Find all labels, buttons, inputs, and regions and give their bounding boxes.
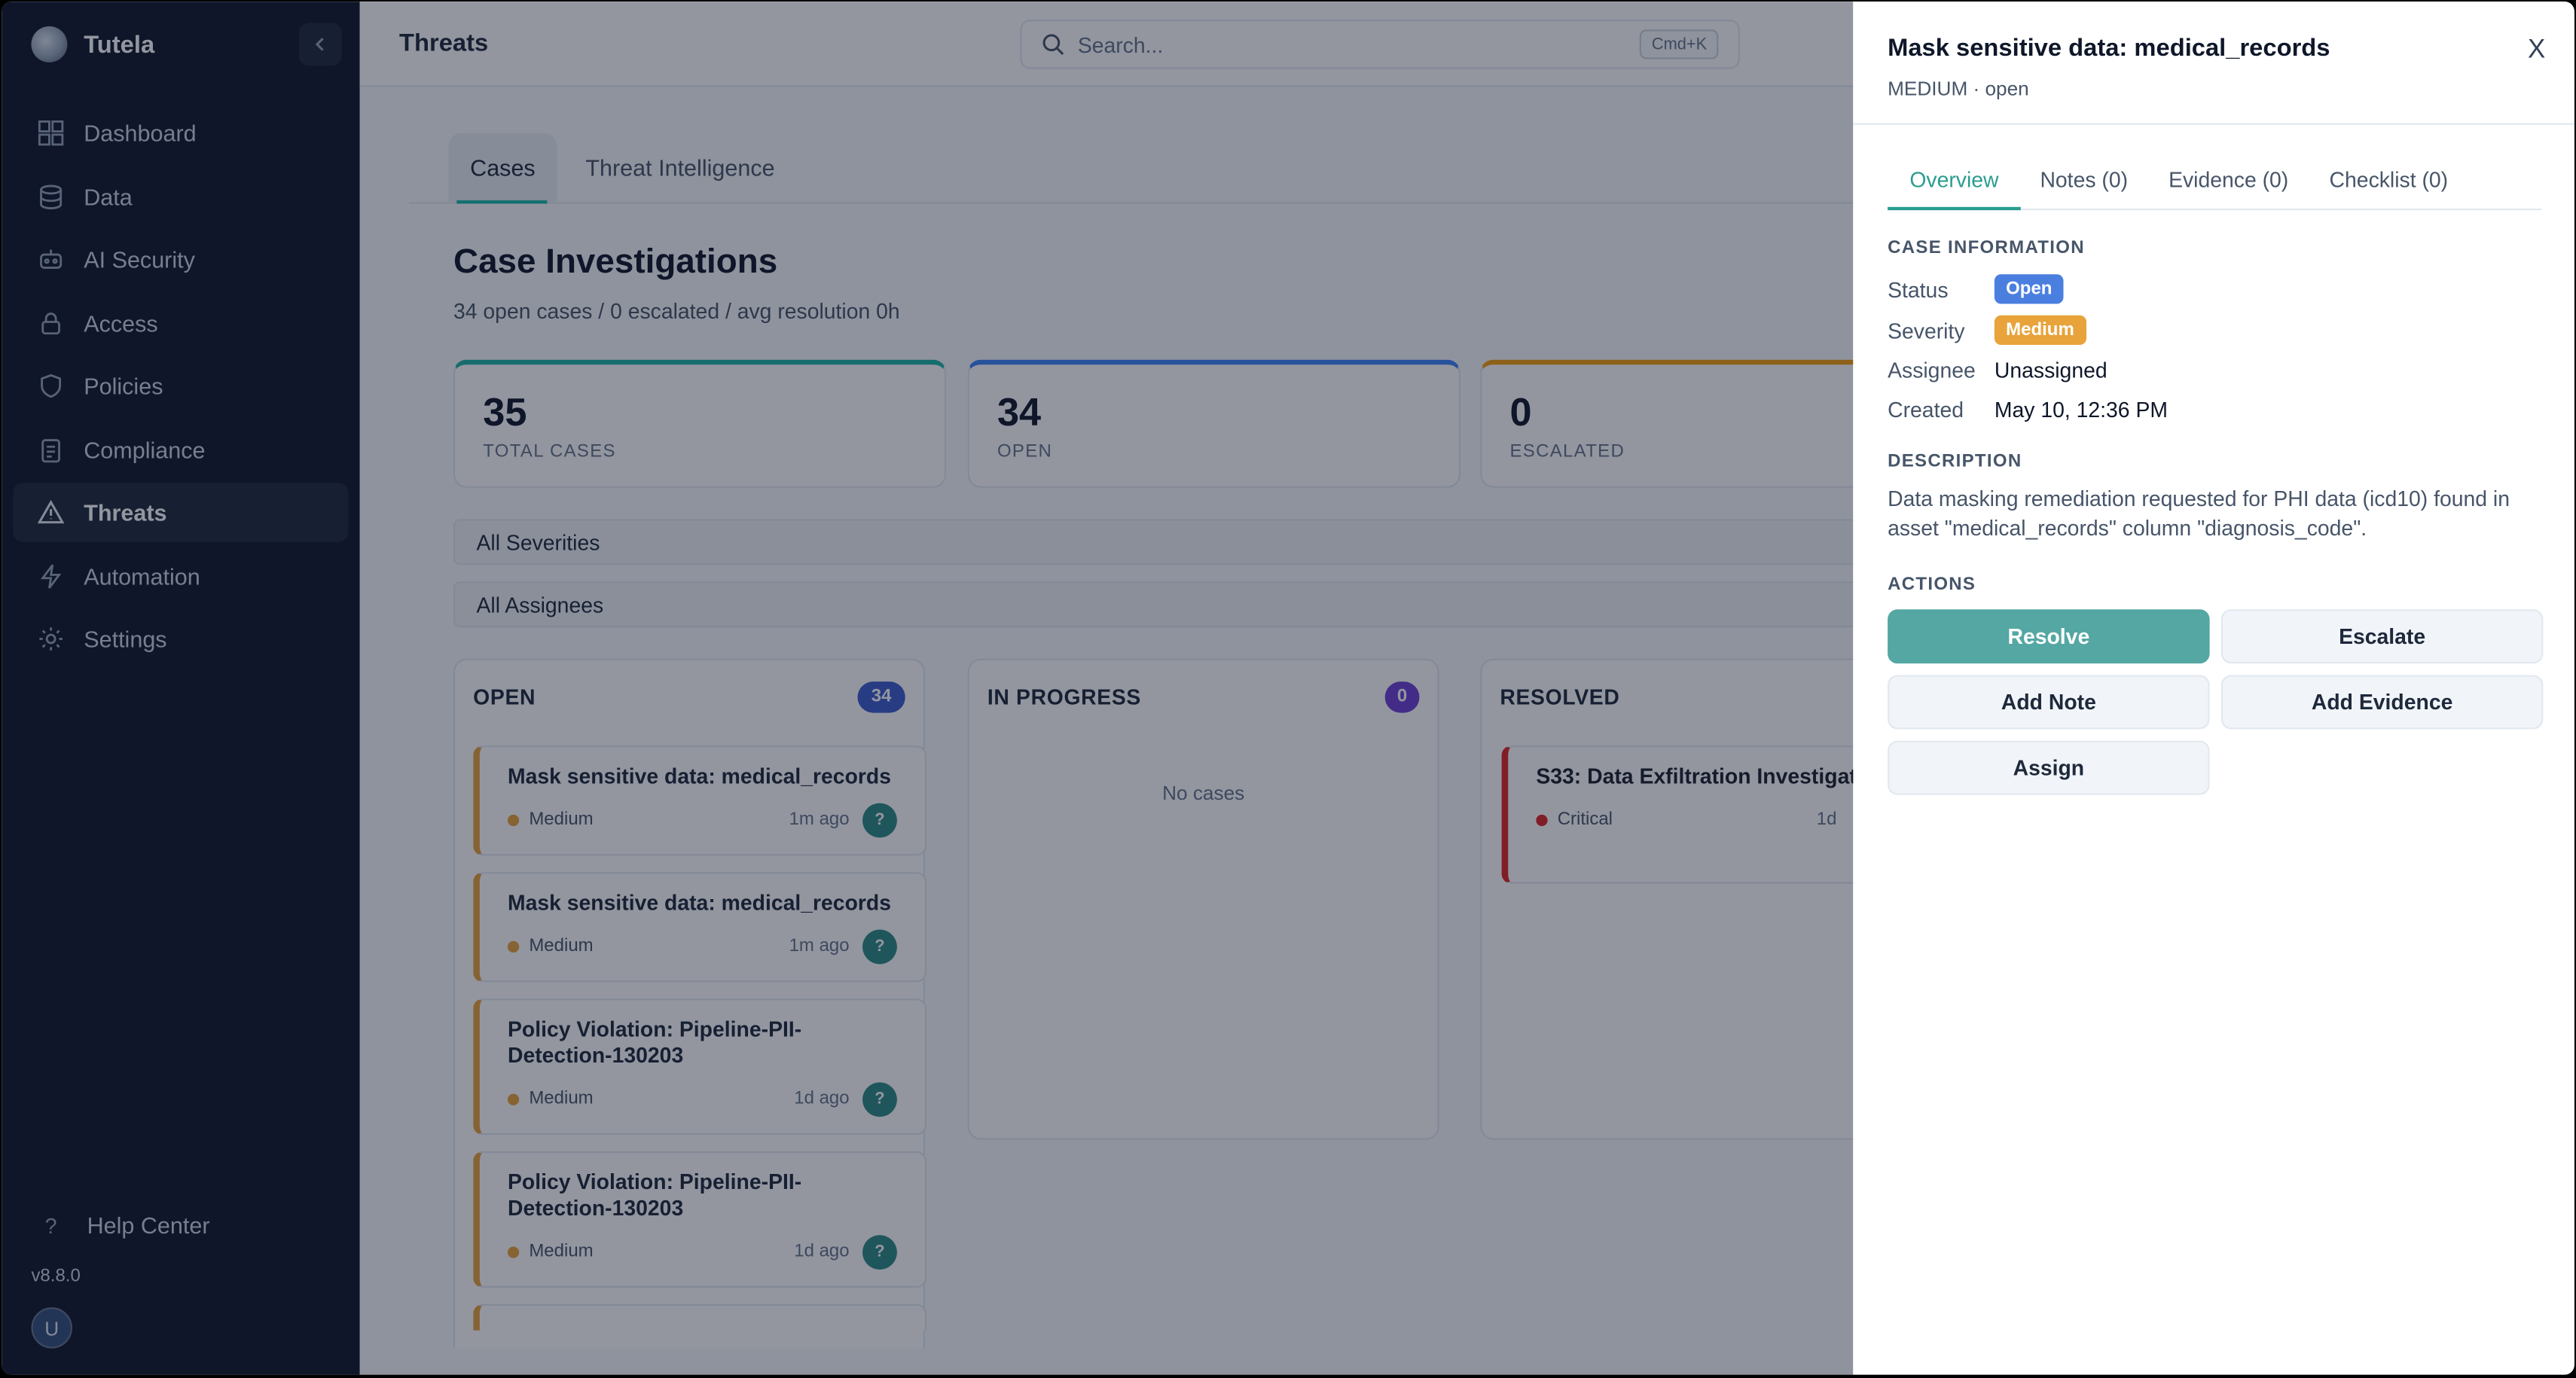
- assignee-value: Unassigned: [1994, 357, 2107, 383]
- status-label: Status: [1888, 276, 1949, 302]
- drawer-tabs: Overview Notes (0) Evidence (0) Checklis…: [1888, 149, 2542, 211]
- assignee-label: Assignee: [1888, 357, 1976, 383]
- divider: [1853, 123, 2574, 125]
- tab-checklist[interactable]: Checklist (0): [2328, 149, 2449, 209]
- assignee-row: Assignee Unassigned: [1888, 353, 2107, 386]
- created-row: Created May 10, 12:36 PM: [1888, 392, 2168, 425]
- app-frame: Tutela Dashboard Data AI Security Access: [2, 2, 2574, 1375]
- assign-button[interactable]: Assign: [1888, 740, 2210, 795]
- tab-overview[interactable]: Overview: [1888, 149, 2021, 211]
- escalate-button[interactable]: Escalate: [2220, 609, 2544, 664]
- severity-row: Severity Medium: [1888, 314, 2086, 347]
- tab-notes[interactable]: Notes (0): [2039, 149, 2129, 209]
- drawer-title: Mask sensitive data: medical_records: [1888, 34, 2330, 62]
- status-badge: Open: [1994, 274, 2064, 304]
- created-label: Created: [1888, 396, 1964, 422]
- add-evidence-button[interactable]: Add Evidence: [2220, 675, 2544, 730]
- case-information-heading: CASE INFORMATION: [1888, 238, 2085, 258]
- severity-label: Severity: [1888, 318, 1965, 343]
- drawer-subtitle: MEDIUM · open: [1888, 77, 2029, 101]
- description-heading: DESCRIPTION: [1888, 451, 2022, 471]
- app-window: Tutela Dashboard Data AI Security Access: [0, 0, 2576, 1378]
- modal-backdrop[interactable]: [2, 2, 1854, 1375]
- case-detail-drawer: Mask sensitive data: medical_records MED…: [1853, 2, 2574, 1375]
- tab-evidence[interactable]: Evidence (0): [2169, 149, 2288, 209]
- severity-badge: Medium: [1994, 315, 2086, 346]
- actions-heading: ACTIONS: [1888, 575, 1976, 595]
- resolve-button[interactable]: Resolve: [1888, 609, 2210, 664]
- created-value: May 10, 12:36 PM: [1994, 396, 2168, 422]
- close-drawer-button[interactable]: X: [2522, 35, 2551, 68]
- add-note-button[interactable]: Add Note: [1888, 675, 2210, 730]
- status-row: Status Open: [1888, 273, 2064, 306]
- case-description: Data masking remediation requested for P…: [1888, 486, 2510, 541]
